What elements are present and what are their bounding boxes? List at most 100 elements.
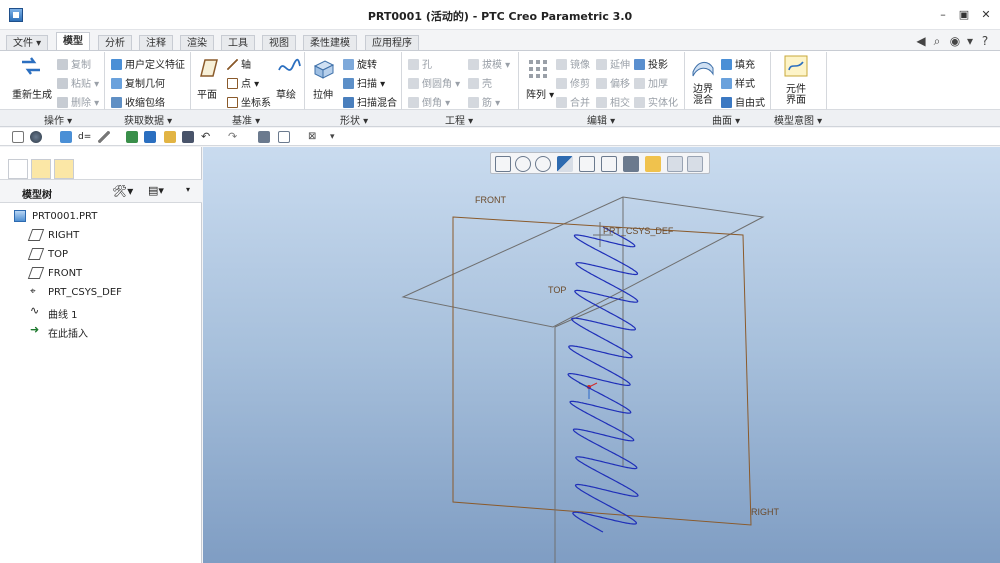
appearance-icon[interactable] bbox=[126, 131, 138, 143]
title-bar: PRT0001 (活动的) - PTC Creo Parametric 3.0 … bbox=[0, 0, 1000, 30]
quick-access-toolbar: d= ↶ ↷ ⊠ ▾ bbox=[0, 128, 1000, 146]
chamfer-button[interactable]: 倒角 ▾ bbox=[408, 94, 450, 109]
model-icon[interactable] bbox=[144, 131, 156, 143]
style-button[interactable]: 样式 bbox=[721, 75, 755, 90]
help-icon[interactable]: ◉ bbox=[948, 34, 962, 48]
copy-button[interactable]: 复制 bbox=[57, 56, 91, 71]
tab-applications[interactable]: 应用程序 bbox=[365, 35, 419, 50]
shrinkwrap-button[interactable]: 收缩包络 bbox=[111, 94, 165, 109]
search-icon[interactable]: ⌕ bbox=[930, 34, 944, 48]
fill-button[interactable]: 填充 bbox=[721, 56, 755, 71]
regenerate-button[interactable]: 重新生成 bbox=[12, 86, 52, 101]
revolve-button[interactable]: 旋转 bbox=[343, 56, 377, 71]
help-question-icon[interactable]: ? bbox=[978, 34, 992, 48]
mirror-button[interactable]: 镜像 bbox=[556, 56, 590, 71]
model-tree-tab[interactable] bbox=[8, 159, 28, 179]
folder-browser-tab[interactable] bbox=[31, 159, 51, 179]
tab-view[interactable]: 视图 bbox=[262, 35, 296, 50]
minimize-icon[interactable]: – bbox=[934, 7, 952, 23]
shrinkwrap-icon bbox=[111, 97, 122, 108]
top-datum-plane[interactable] bbox=[401, 196, 765, 328]
tab-analysis[interactable]: 分析 bbox=[98, 35, 132, 50]
chevron-down-icon[interactable]: ▾ bbox=[963, 34, 977, 48]
window-title: PRT0001 (活动的) - PTC Creo Parametric 3.0 bbox=[367, 10, 633, 23]
delete-button[interactable]: 删除 ▾ bbox=[57, 94, 99, 109]
freestyle-button[interactable]: 自由式 bbox=[721, 94, 765, 109]
back-icon[interactable]: ◀ bbox=[914, 34, 928, 48]
intersect-button[interactable]: 相交 bbox=[596, 94, 630, 109]
redo-icon[interactable]: ↷ bbox=[228, 131, 240, 143]
round-button[interactable]: 倒圆角 ▾ bbox=[408, 75, 460, 90]
copy-icon bbox=[57, 59, 68, 70]
regenerate-toolbar-icon[interactable] bbox=[258, 131, 270, 143]
sketch-button[interactable]: 草绘 bbox=[276, 86, 296, 101]
graphics-window[interactable]: FRONT TOP RIGHT PRT_CSYS_DEF bbox=[203, 147, 1000, 563]
extrude-button[interactable]: 拉伸 bbox=[313, 86, 333, 101]
paste-button[interactable]: 粘贴 ▾ bbox=[57, 75, 99, 90]
top-label: TOP bbox=[548, 285, 566, 295]
tab-annotate[interactable]: 注释 bbox=[139, 35, 173, 50]
tab-model[interactable]: 模型 bbox=[56, 32, 90, 50]
group-get-data[interactable]: 获取数据 ▾ bbox=[124, 112, 172, 127]
tab-flexible-modeling[interactable]: 柔性建模 bbox=[303, 35, 357, 50]
rib-button[interactable]: 筋 ▾ bbox=[468, 94, 500, 109]
group-operations[interactable]: 操作 ▾ bbox=[44, 112, 72, 127]
style-icon bbox=[721, 78, 732, 89]
ribbon-group-labels: 操作 ▾ 获取数据 ▾ 基准 ▾ 形状 ▾ 工程 ▾ 编辑 ▾ 曲面 ▾ 模型意… bbox=[0, 110, 1000, 127]
open-folder-icon[interactable] bbox=[164, 131, 176, 143]
panel-options-icon[interactable]: ▾ bbox=[186, 185, 190, 194]
curve-1[interactable] bbox=[567, 226, 639, 533]
group-surfaces[interactable]: 曲面 ▾ bbox=[712, 112, 740, 127]
boundary-blend-button[interactable]: 边界 混合 bbox=[693, 84, 713, 106]
maximize-icon[interactable]: ▣ bbox=[955, 7, 973, 23]
display-style-icon[interactable] bbox=[30, 131, 42, 143]
offset-button[interactable]: 偏移 bbox=[596, 75, 630, 90]
customize-toolbar-icon[interactable]: ▾ bbox=[330, 131, 342, 143]
dimension-icon[interactable]: d= bbox=[78, 131, 91, 143]
user-defined-feature-button[interactable]: 用户定义特征 bbox=[111, 56, 185, 71]
model-tree-header: 模型树 🛠▾ ▤▾ ▾ bbox=[0, 179, 202, 203]
solidify-button[interactable]: 实体化 bbox=[634, 94, 678, 109]
shell-button[interactable]: 壳 bbox=[468, 75, 492, 90]
merge-icon bbox=[556, 97, 567, 108]
delete-icon bbox=[57, 97, 68, 108]
close-icon[interactable]: ✕ bbox=[977, 7, 995, 23]
pattern-button[interactable]: 阵列 ▾ bbox=[526, 86, 554, 101]
new-file-icon[interactable] bbox=[12, 131, 24, 143]
plane-button[interactable]: 平面 bbox=[197, 86, 217, 101]
front-datum-plane[interactable] bbox=[452, 216, 752, 526]
point-button[interactable]: 点 ▾ bbox=[227, 75, 259, 90]
component-interface-button[interactable]: 元件 界面 bbox=[786, 84, 806, 106]
favorites-tab[interactable] bbox=[54, 159, 74, 179]
settings-icon[interactable]: 🛠▾ bbox=[112, 184, 133, 198]
undo-icon[interactable]: ↶ bbox=[201, 131, 213, 143]
extend-button[interactable]: 延伸 bbox=[596, 56, 630, 71]
swept-blend-button[interactable]: 扫描混合 bbox=[343, 94, 397, 109]
show-icon[interactable]: ▤▾ bbox=[148, 184, 164, 197]
pencil-icon[interactable] bbox=[98, 131, 110, 143]
draft-button[interactable]: 拔模 ▾ bbox=[468, 56, 510, 71]
window-icon[interactable] bbox=[278, 131, 290, 143]
hole-button[interactable]: 孔 bbox=[408, 56, 432, 71]
copy-geometry-button[interactable]: 复制几何 bbox=[111, 75, 165, 90]
project-button[interactable]: 投影 bbox=[634, 56, 668, 71]
datum-plane-icon bbox=[27, 229, 45, 241]
group-editing[interactable]: 编辑 ▾ bbox=[587, 112, 615, 127]
thicken-button[interactable]: 加厚 bbox=[634, 75, 668, 90]
group-shapes[interactable]: 形状 ▾ bbox=[340, 112, 368, 127]
tab-tools[interactable]: 工具 bbox=[221, 35, 255, 50]
trim-button[interactable]: 修剪 bbox=[556, 75, 590, 90]
axis-button[interactable]: 轴 bbox=[227, 56, 251, 71]
save-icon[interactable] bbox=[182, 131, 194, 143]
tab-file[interactable]: 文件 ▾ bbox=[6, 35, 49, 50]
sketch-icon bbox=[278, 58, 301, 71]
group-engineering[interactable]: 工程 ▾ bbox=[445, 112, 473, 127]
merge-button[interactable]: 合并 bbox=[556, 94, 590, 109]
group-datum[interactable]: 基准 ▾ bbox=[232, 112, 260, 127]
tab-render[interactable]: 渲染 bbox=[180, 35, 214, 50]
csys-button[interactable]: 坐标系 bbox=[227, 94, 271, 109]
sweep-button[interactable]: 扫描 ▾ bbox=[343, 75, 385, 90]
saved-orientation-icon[interactable] bbox=[60, 131, 72, 143]
close-window-icon[interactable]: ⊠ bbox=[308, 131, 320, 143]
group-model-intent[interactable]: 模型意图 ▾ bbox=[774, 112, 822, 127]
